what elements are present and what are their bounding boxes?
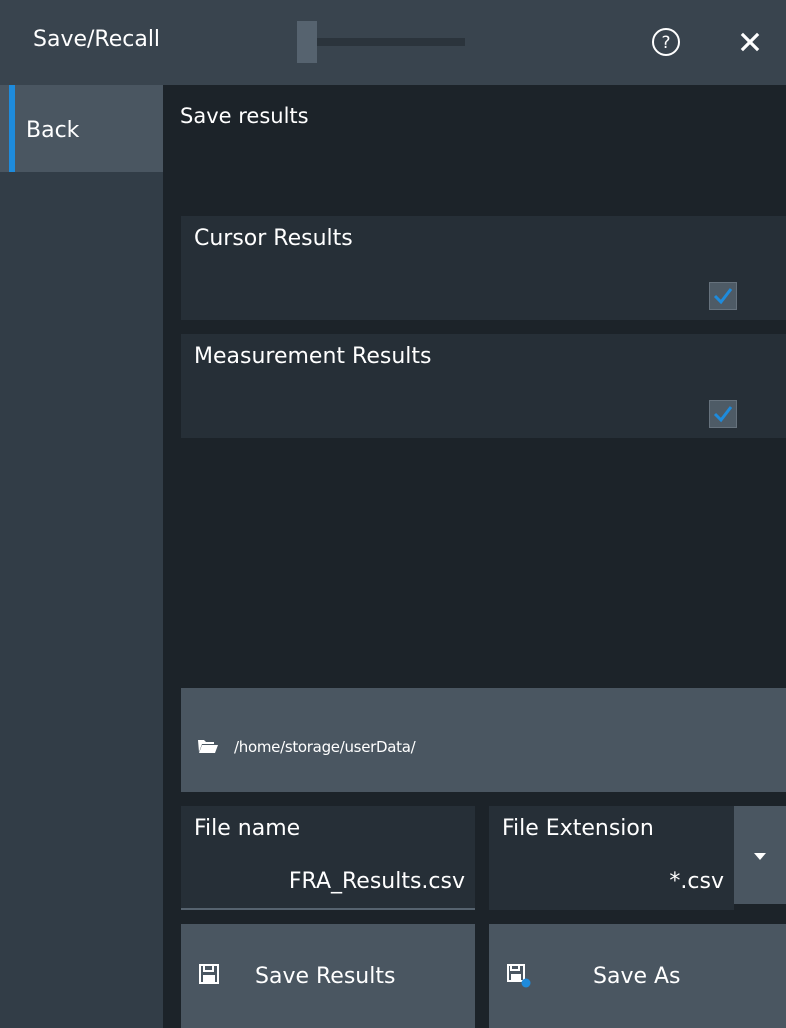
checkmark-icon (713, 288, 733, 305)
help-icon[interactable]: ? (651, 27, 681, 57)
option-label: Cursor Results (194, 226, 353, 251)
folder-path-selector[interactable]: /home/storage/userData/ (181, 688, 786, 792)
folder-path: /home/storage/userData/ (234, 738, 416, 756)
file-extension-value: *.csv (669, 869, 724, 894)
button-label: Save Results (255, 964, 396, 989)
field-underline (181, 908, 475, 910)
save-icon (199, 964, 219, 984)
close-icon[interactable] (739, 31, 761, 53)
save-as-icon (507, 964, 531, 988)
save-results-button[interactable]: Save Results (181, 924, 475, 1028)
file-name-field[interactable]: File name FRA_Results.csv (181, 806, 475, 910)
option-cursor-results[interactable]: Cursor Results (181, 216, 786, 320)
button-label: Save As (593, 964, 681, 989)
sidebar: Back (0, 85, 163, 1028)
active-indicator (9, 85, 15, 172)
drag-track (317, 38, 465, 46)
sidebar-divider (163, 85, 167, 1028)
measurement-results-checkbox[interactable] (709, 400, 737, 428)
save-as-button[interactable]: Save As (489, 924, 786, 1028)
option-label: Measurement Results (194, 344, 432, 369)
sidebar-item-label: Back (26, 118, 80, 143)
chevron-down-icon (754, 853, 766, 860)
field-label: File Extension (502, 816, 654, 841)
svg-text:?: ? (661, 33, 670, 53)
option-measurement-results[interactable]: Measurement Results (181, 334, 786, 438)
file-extension-dropdown[interactable] (734, 806, 786, 904)
checkmark-icon (713, 406, 733, 423)
dialog-title: Save/Recall (33, 27, 161, 52)
file-name-value[interactable]: FRA_Results.csv (289, 869, 465, 894)
section-title: Save results (180, 104, 309, 128)
cursor-results-checkbox[interactable] (709, 282, 737, 310)
field-label: File name (194, 816, 301, 841)
sidebar-item-back[interactable]: Back (0, 85, 163, 172)
title-bar[interactable]: Save/Recall ? (0, 0, 786, 85)
file-extension-field[interactable]: File Extension *.csv (489, 806, 734, 910)
drag-handle[interactable] (297, 21, 317, 63)
folder-open-icon (198, 740, 218, 753)
